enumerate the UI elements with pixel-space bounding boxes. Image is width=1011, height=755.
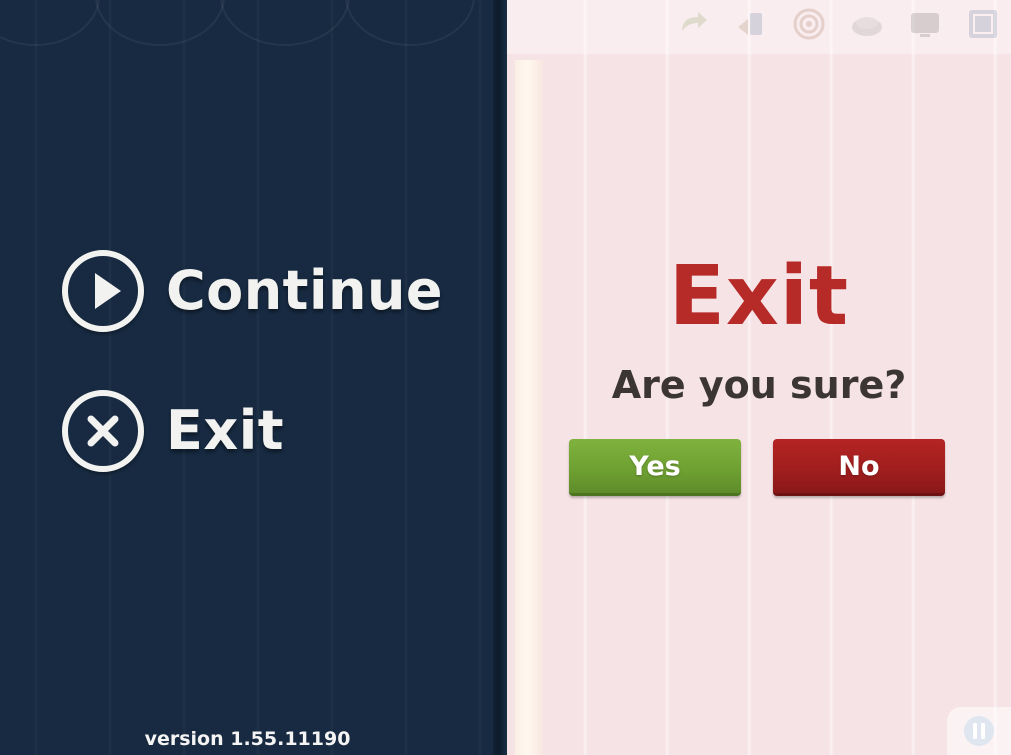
continue-label: Continue bbox=[166, 259, 444, 322]
target-icon[interactable] bbox=[791, 6, 827, 42]
game-toolbar bbox=[675, 6, 1001, 42]
exit-button[interactable]: Exit bbox=[62, 390, 284, 472]
game-screen: Continue Exit version 1.55.11190 Exit Ar… bbox=[0, 0, 1011, 755]
exit-dialog-title: Exit bbox=[668, 249, 850, 344]
redo-icon[interactable] bbox=[675, 6, 711, 42]
pause-button[interactable] bbox=[947, 707, 1011, 755]
curtain-scallops bbox=[0, 0, 500, 46]
version-label: version 1.55.11190 bbox=[144, 728, 351, 750]
shop-icon[interactable] bbox=[849, 6, 885, 42]
continue-button[interactable]: Continue bbox=[62, 250, 443, 332]
no-button[interactable]: No bbox=[773, 439, 945, 496]
curtain-scallop bbox=[0, 0, 100, 46]
close-icon bbox=[62, 390, 144, 472]
hint-icon[interactable] bbox=[733, 6, 769, 42]
curtain-scallop bbox=[220, 0, 350, 46]
map-icon[interactable] bbox=[965, 6, 1001, 42]
pause-icon bbox=[964, 716, 994, 746]
curtain-scallop bbox=[95, 0, 225, 46]
curtain-scallop bbox=[345, 0, 475, 46]
tv-icon[interactable] bbox=[907, 6, 943, 42]
exit-dialog-question: Are you sure? bbox=[611, 363, 907, 407]
exit-label: Exit bbox=[166, 399, 285, 462]
play-icon bbox=[62, 250, 144, 332]
panel-divider bbox=[493, 0, 507, 755]
yes-button[interactable]: Yes bbox=[569, 439, 741, 496]
pause-menu-panel: Continue Exit version 1.55.11190 bbox=[0, 0, 500, 755]
curtain-edge bbox=[515, 60, 543, 755]
